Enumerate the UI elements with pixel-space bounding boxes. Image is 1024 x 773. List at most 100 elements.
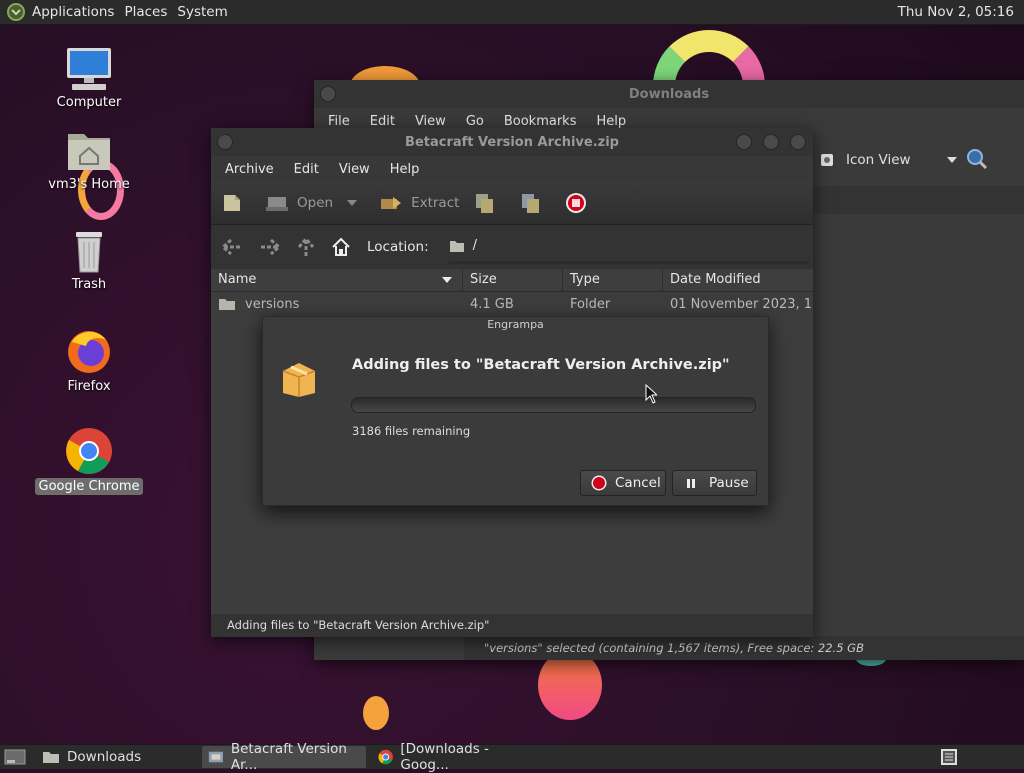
sort-descending-icon (442, 277, 452, 283)
folder-icon (449, 240, 464, 252)
desktop-icon-trash[interactable]: Trash (34, 228, 144, 293)
column-type[interactable]: Type (563, 269, 663, 291)
menu-edit[interactable]: Edit (360, 114, 405, 129)
downloads-statusbar: "versions" selected (containing 1,567 it… (464, 636, 1024, 660)
back-icon[interactable] (221, 238, 243, 256)
pause-label: Pause (709, 475, 749, 491)
window-title: Downloads (628, 86, 710, 102)
mate-logo-icon[interactable] (6, 2, 26, 22)
add-files-icon (476, 194, 494, 213)
column-date-modified[interactable]: Date Modified (663, 269, 813, 291)
menu-go[interactable]: Go (456, 114, 494, 129)
extract-icon (381, 197, 402, 209)
stop-icon (591, 475, 607, 491)
progress-bar (351, 397, 756, 413)
search-icon[interactable] (966, 148, 988, 170)
menu-help[interactable]: Help (380, 162, 430, 177)
window-menu-button[interactable] (217, 134, 233, 150)
menu-view[interactable]: View (405, 114, 456, 129)
chevron-down-icon[interactable] (347, 200, 358, 206)
archive-manager-icon (208, 751, 223, 763)
extract-label: Extract (411, 195, 460, 211)
column-label: Name (218, 272, 257, 287)
view-mode-select[interactable]: Icon View (820, 152, 957, 168)
close-button[interactable] (790, 134, 806, 150)
decor-blob (363, 696, 389, 730)
menu-archive[interactable]: Archive (215, 162, 284, 177)
task-label: Downloads (67, 749, 142, 765)
menu-bookmarks[interactable]: Bookmarks (494, 114, 587, 129)
row-name-cell: versions (211, 297, 463, 312)
up-icon[interactable] (297, 237, 315, 257)
add-folder-icon (522, 194, 540, 213)
open-button[interactable]: Open (265, 193, 365, 213)
chevron-down-icon (946, 157, 957, 163)
downloads-pathbar (812, 186, 1024, 214)
files-remaining: 3186 files remaining (352, 424, 471, 438)
panel-clock[interactable]: Thu Nov 2, 05:16 (898, 0, 1014, 24)
row-size: 4.1 GB (470, 296, 514, 312)
row-type: Folder (570, 296, 611, 312)
task-chrome[interactable]: [Downloads - Goog... (372, 741, 542, 773)
folder-icon (43, 752, 59, 763)
add-folder-button[interactable] (519, 191, 551, 215)
location-field[interactable]: / (448, 231, 809, 264)
folder-icon (219, 299, 235, 310)
menu-view[interactable]: View (329, 162, 380, 177)
desktop-icon-computer[interactable]: Computer (34, 46, 144, 111)
desktop-icon-label: vm3's Home (48, 177, 130, 192)
archive-titlebar[interactable]: Betacraft Version Archive.zip (211, 128, 813, 156)
archive-toolbar: Open Extract (211, 182, 813, 225)
menu-system[interactable]: System (177, 4, 237, 20)
desktop-icon-label: Firefox (67, 379, 111, 394)
home-icon[interactable] (331, 237, 351, 257)
show-desktop-icon[interactable] (4, 748, 26, 766)
firefox-icon (68, 331, 110, 373)
forward-icon[interactable] (259, 238, 281, 256)
extract-button[interactable]: Extract (379, 193, 459, 213)
window-menu-button[interactable] (320, 86, 336, 102)
top-panel: Applications Places System Thu Nov 2, 05… (0, 0, 1024, 25)
archive-statusbar: Adding files to "Betacraft Version Archi… (211, 614, 813, 637)
new-archive-button[interactable] (221, 192, 251, 214)
desktop-icon-label: Computer (56, 95, 122, 110)
window-title: Betacraft Version Archive.zip (405, 134, 619, 150)
menu-places[interactable]: Places (124, 4, 177, 20)
pause-icon (687, 479, 695, 488)
pause-button[interactable]: Pause (672, 470, 757, 496)
stop-button[interactable] (565, 192, 595, 214)
task-archive[interactable]: Betacraft Version Ar... (202, 741, 366, 773)
chrome-icon (378, 749, 393, 765)
location-path: / (472, 238, 478, 253)
menu-edit[interactable]: Edit (284, 162, 329, 177)
task-downloads[interactable]: Downloads (36, 746, 196, 768)
file-list-header: Name Size Type Date Modified (211, 269, 813, 292)
downloads-titlebar[interactable]: Downloads (314, 80, 1024, 108)
workspace-switcher-icon[interactable] (940, 748, 958, 766)
task-label: [Downloads - Goog... (400, 741, 489, 773)
maximize-button[interactable] (763, 134, 779, 150)
menu-help[interactable]: Help (586, 114, 636, 129)
column-size[interactable]: Size (463, 269, 563, 291)
menu-applications[interactable]: Applications (32, 4, 124, 20)
progress-dialog: Engrampa Adding files to "Betacraft Vers… (262, 316, 769, 506)
table-row[interactable]: versions 4.1 GB Folder 01 November 2023,… (211, 292, 813, 316)
minimize-button[interactable] (736, 134, 752, 150)
add-files-button[interactable] (473, 191, 505, 215)
desktop-icon-firefox[interactable]: Firefox (34, 326, 144, 395)
column-name[interactable]: Name (211, 269, 463, 291)
desktop-icon-home[interactable]: vm3's Home (34, 128, 144, 193)
desktop-icon-chrome[interactable]: Google Chrome (34, 426, 144, 495)
desktop-icon-label: Google Chrome (34, 478, 144, 495)
cancel-button[interactable]: Cancel (580, 470, 666, 496)
view-mode-icon (821, 154, 833, 166)
open-label: Open (297, 195, 334, 211)
view-mode-label: Icon View (846, 152, 911, 168)
chrome-icon (66, 428, 112, 474)
desktop-icon-label: Trash (71, 277, 107, 292)
menu-file[interactable]: File (318, 114, 360, 129)
computer-icon (67, 48, 111, 90)
row-name: versions (245, 296, 300, 312)
home-folder-icon (68, 134, 110, 170)
location-bar: Location: / (211, 225, 813, 269)
